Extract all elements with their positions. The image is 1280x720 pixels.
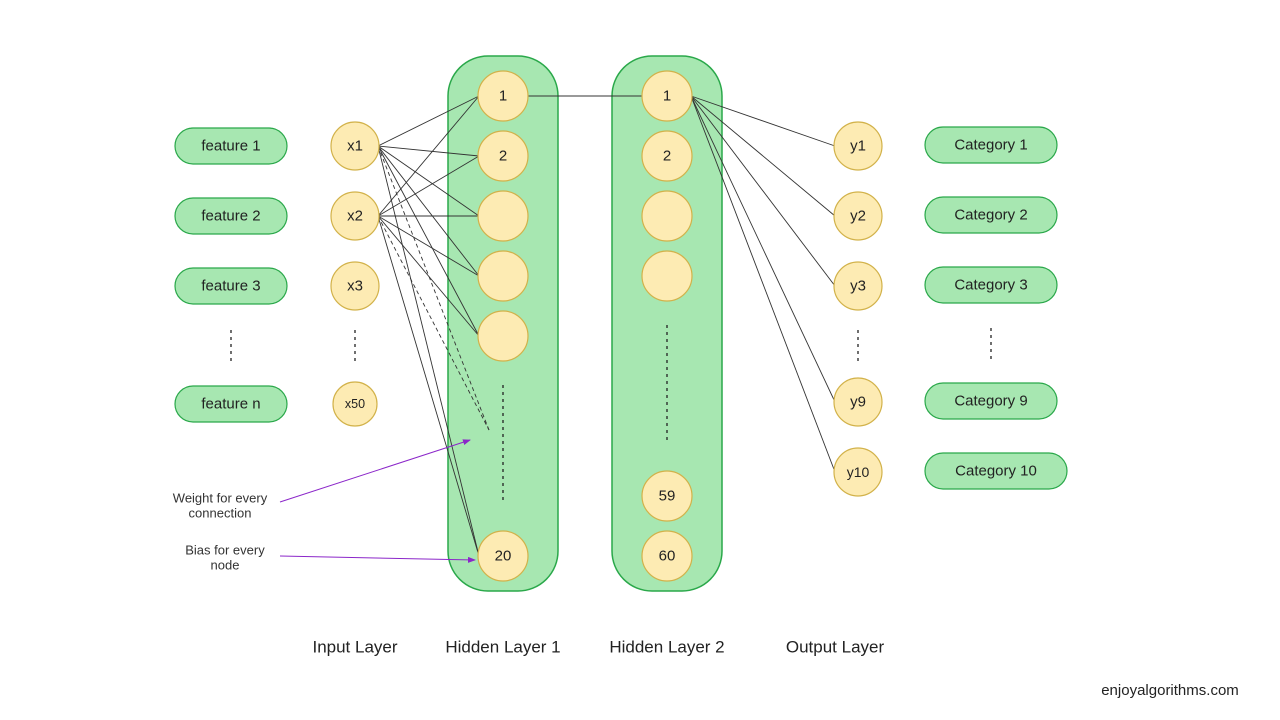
brand-text: enjoyalgorithms.com [1101, 682, 1239, 699]
feature-pill: feature 2 [175, 198, 287, 234]
nn-diagram: feature 1 feature 2 feature 3 feature n … [0, 0, 1280, 720]
hidden2-layer-caption: Hidden Layer 2 [609, 638, 724, 657]
output-node-label: y9 [850, 394, 866, 411]
category-pill: Category 9 [925, 383, 1057, 419]
category-label: Category 10 [955, 463, 1037, 480]
brand-post: algorithms.com [1137, 682, 1239, 699]
hidden2-node-label: 1 [663, 88, 671, 105]
output-node-label: y3 [850, 278, 866, 295]
feature-label: feature n [201, 396, 260, 413]
hidden1-node-label: 2 [499, 148, 507, 165]
category-pill: Category 3 [925, 267, 1057, 303]
output-node-label: y1 [850, 138, 866, 155]
feature-label: feature 3 [201, 278, 260, 295]
input-node-label: x3 [347, 278, 363, 295]
hidden2-node [642, 191, 692, 241]
category-label: Category 3 [954, 277, 1027, 294]
feature-label: feature 2 [201, 208, 260, 225]
feature-pill: feature 3 [175, 268, 287, 304]
category-label: Category 9 [954, 393, 1027, 410]
bias-note-line2: node [211, 558, 240, 573]
feature-label: feature 1 [201, 138, 260, 155]
hidden1-layer-caption: Hidden Layer 1 [445, 638, 560, 657]
hidden1-node [478, 311, 528, 361]
feature-pill: feature n [175, 386, 287, 422]
weight-note-line1: Weight for every [173, 491, 268, 506]
category-label: Category 2 [954, 207, 1027, 224]
input-node-label: x50 [345, 397, 365, 411]
feature-pill: feature 1 [175, 128, 287, 164]
category-pill: Category 2 [925, 197, 1057, 233]
weight-note-line2: connection [189, 506, 252, 521]
category-pill: Category 1 [925, 127, 1057, 163]
hidden1-node [478, 251, 528, 301]
brand-pre: enjoy [1101, 682, 1137, 699]
annotation-arrow [280, 556, 475, 560]
category-pill: Category 10 [925, 453, 1067, 489]
output-node-label: y2 [850, 208, 866, 225]
input-node-label: x1 [347, 138, 363, 155]
input-layer-caption: Input Layer [312, 638, 397, 657]
bias-note-line1: Bias for every [185, 543, 265, 558]
category-label: Category 1 [954, 137, 1027, 154]
output-layer-caption: Output Layer [786, 638, 885, 657]
hidden2-node-label: 60 [659, 548, 676, 565]
output-node-label: y10 [847, 464, 870, 480]
annotation-arrow [280, 440, 470, 502]
input-node-label: x2 [347, 208, 363, 225]
hidden1-node-label: 20 [495, 548, 512, 565]
hidden2-node-label: 59 [659, 488, 676, 505]
hidden2-node-label: 2 [663, 148, 671, 165]
hidden1-node [478, 191, 528, 241]
hidden1-node-label: 1 [499, 88, 507, 105]
hidden2-node [642, 251, 692, 301]
